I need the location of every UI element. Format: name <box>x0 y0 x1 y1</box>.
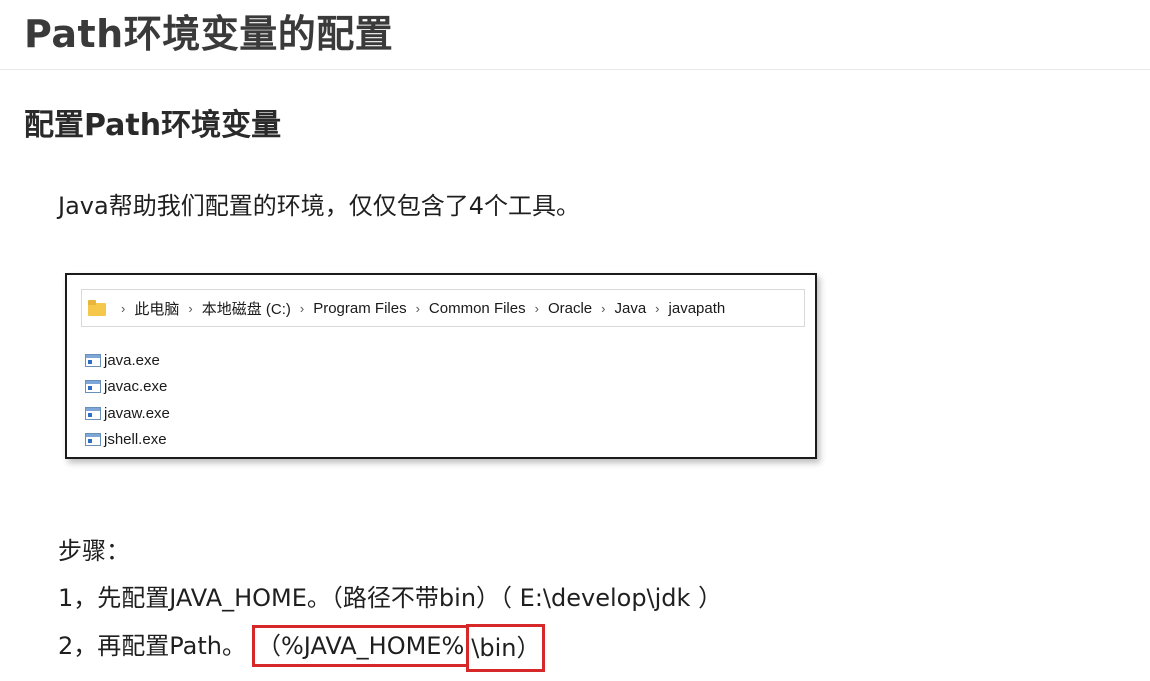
intro-paragraph: Java帮助我们配置的环境，仅仅包含了4个工具。 <box>58 192 580 220</box>
step-1: 1，先配置JAVA_HOME。（路径不带bin）（ E:\develop\jdk… <box>58 584 723 612</box>
breadcrumb-item-java[interactable]: Java <box>614 300 646 317</box>
breadcrumb-item-program-files[interactable]: Program Files <box>313 300 406 317</box>
step-2: 2，再配置Path。 （%JAVA_HOME% \bin） <box>58 622 722 672</box>
executable-icon <box>85 433 101 447</box>
breadcrumb-separator: › <box>121 300 126 316</box>
breadcrumb-separator: › <box>415 300 420 316</box>
highlight-box-java-home: （%JAVA_HOME% <box>252 625 470 667</box>
file-item[interactable]: jshell.exe <box>85 427 170 454</box>
file-name: jshell.exe <box>104 431 167 449</box>
page-title: Path环境变量的配置 <box>24 12 394 56</box>
file-name: javac.exe <box>104 378 168 396</box>
breadcrumb-item-javapath[interactable]: javapath <box>669 300 726 317</box>
breadcrumb-item-common-files[interactable]: Common Files <box>429 300 526 317</box>
steps-heading: 步骤： <box>58 537 130 565</box>
breadcrumb-separator: › <box>188 300 193 316</box>
breadcrumb-separator: › <box>534 300 539 316</box>
breadcrumb-separator: › <box>299 300 305 316</box>
breadcrumb-separator: › <box>655 300 660 316</box>
explorer-screenshot: › 此电脑 › 本地磁盘 (C:) › Program Files › Comm… <box>65 273 817 459</box>
file-item[interactable]: java.exe <box>85 347 170 374</box>
section-heading: 配置Path环境变量 <box>24 108 282 143</box>
steps-section: 步骤： 1，先配置JAVA_HOME。（路径不带bin）（ E:\develop… <box>58 528 723 672</box>
breadcrumb-item-oracle[interactable]: Oracle <box>548 300 592 317</box>
file-name: java.exe <box>104 351 160 369</box>
highlight-box-bin: \bin） <box>466 624 546 672</box>
address-bar[interactable]: › 此电脑 › 本地磁盘 (C:) › Program Files › Comm… <box>81 289 805 327</box>
file-item[interactable]: javaw.exe <box>85 400 170 427</box>
folder-icon <box>88 300 106 316</box>
breadcrumb-item-this-pc[interactable]: 此电脑 <box>134 298 179 319</box>
step-2-prefix: 2，再配置Path。 <box>58 632 246 660</box>
file-name: javaw.exe <box>104 404 170 422</box>
file-list: java.exe javac.exe javaw.exe jshell.exe <box>85 347 170 453</box>
breadcrumb-item-local-disk[interactable]: 本地磁盘 (C:) <box>202 298 291 319</box>
breadcrumb-separator: › <box>601 300 606 316</box>
title-divider <box>0 69 1150 70</box>
executable-icon <box>85 380 101 394</box>
executable-icon <box>85 353 101 367</box>
file-item[interactable]: javac.exe <box>85 374 170 401</box>
executable-icon <box>85 406 101 420</box>
